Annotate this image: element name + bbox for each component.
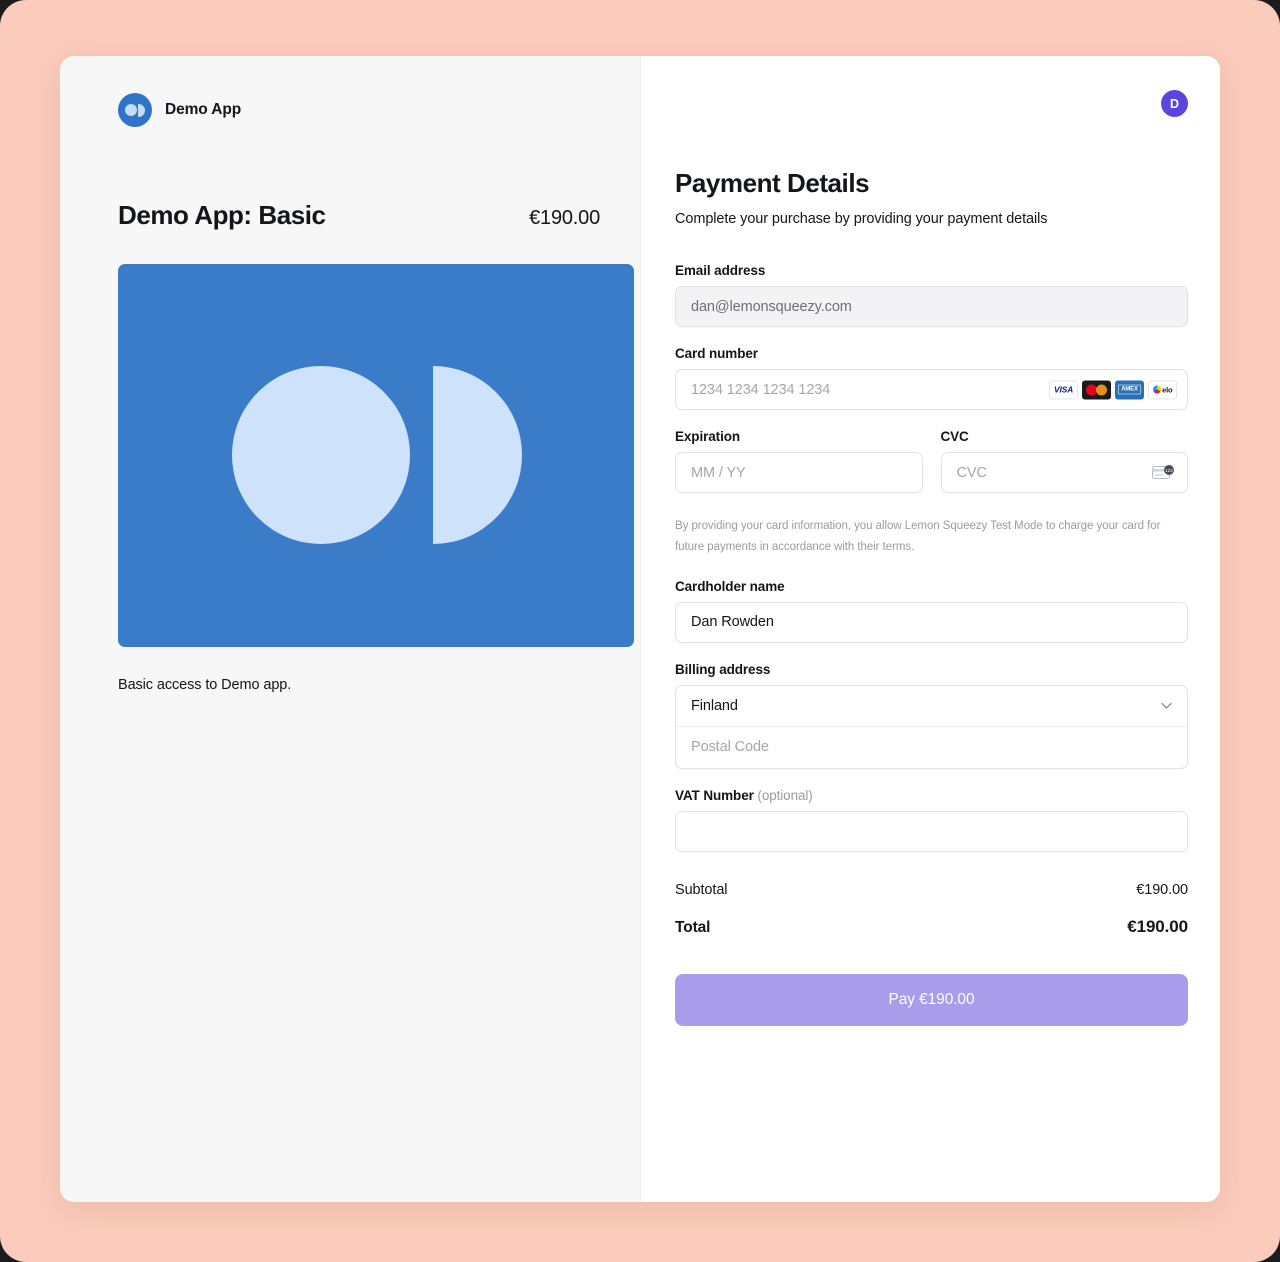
country-select[interactable]: Finland	[676, 686, 1187, 727]
total-value: €190.00	[1127, 916, 1188, 936]
elo-icon: elo	[1148, 380, 1177, 399]
order-summary-panel: Demo App Demo App: Basic €190.00 Basic a…	[60, 56, 641, 1202]
expiration-label: Expiration	[675, 429, 741, 444]
payment-form: Email address dan@lemonsqueezy.com Card …	[675, 263, 1188, 1026]
cardholder-name-label: Cardholder name	[675, 578, 785, 594]
card-disclaimer: By providing your card information, you …	[675, 520, 1161, 554]
page-title: Payment Details	[675, 168, 870, 198]
cvc-label: CVC	[940, 429, 969, 444]
postal-code-input[interactable]: Postal Code	[676, 727, 1187, 768]
artwork-half-circle-shape	[433, 366, 522, 544]
vat-number-input[interactable]	[675, 810, 1188, 852]
chevron-down-icon	[1161, 702, 1172, 709]
subtotal-row: Subtotal €190.00	[675, 882, 1188, 898]
elo-wordmark: elo	[1162, 385, 1173, 394]
checkout-card: Demo App Demo App: Basic €190.00 Basic a…	[60, 56, 1220, 1202]
expiration-field-group: Expiration MM / YY	[675, 429, 923, 493]
expiration-placeholder: MM / YY	[691, 464, 746, 481]
amex-inner-label: AMEX	[1118, 384, 1141, 395]
product-price: €190.00	[529, 207, 600, 229]
mastercard-right-circle	[1096, 384, 1107, 395]
cardholder-name-value: Dan Rowden	[691, 614, 774, 631]
product-title: Demo App: Basic	[118, 200, 326, 230]
billing-address-field-group: Billing address Finland Postal Code	[675, 662, 1188, 769]
postal-code-placeholder: Postal Code	[691, 739, 769, 756]
card-brand-icons: VISA AMEX elo	[1049, 380, 1177, 399]
vat-number-field-group: VAT Number (optional)	[675, 788, 1188, 852]
cvc-wrap: CVC 123	[940, 452, 1188, 493]
brand-name: Demo App	[165, 101, 242, 118]
avatar[interactable]: D	[1161, 90, 1188, 117]
amex-icon: AMEX	[1115, 380, 1144, 399]
logo-half-circle-shape	[138, 103, 145, 117]
pay-button[interactable]: Pay €190.00	[675, 973, 1188, 1026]
mastercard-icon	[1082, 380, 1111, 399]
subtotal-label: Subtotal	[675, 881, 728, 898]
cvc-field-group: CVC CVC 123	[940, 429, 1188, 493]
card-number-field-group: Card number 1234 1234 1234 1234 VISA AME…	[675, 346, 1188, 410]
cardholder-name-input[interactable]: Dan Rowden	[675, 601, 1188, 643]
email-label: Email address	[675, 263, 766, 278]
vat-number-label: VAT Number (optional)	[675, 788, 1188, 803]
email-input-value: dan@lemonsqueezy.com	[691, 298, 852, 315]
total-row: Total €190.00	[675, 917, 1188, 937]
demo-app-logo-icon	[118, 93, 152, 127]
totals-section: Subtotal €190.00 Total €190.00	[675, 882, 1188, 937]
card-number-placeholder: 1234 1234 1234 1234	[691, 381, 831, 398]
credit-card-cvc-icon: 123	[1152, 464, 1174, 479]
elo-dot-shape	[1152, 385, 1161, 394]
browser-viewport: Demo App Demo App: Basic €190.00 Basic a…	[0, 0, 1280, 1262]
payment-form-panel: D Payment Details Complete your purchase…	[641, 56, 1220, 1202]
visa-icon: VISA	[1049, 380, 1078, 399]
demo-app-product-artwork	[118, 264, 634, 647]
country-select-value: Finland	[691, 697, 738, 714]
cvc-input[interactable]: CVC	[940, 452, 1188, 493]
svg-text:123: 123	[1165, 468, 1173, 473]
expiration-input[interactable]: MM / YY	[675, 452, 923, 493]
logo-circle-shape	[125, 104, 137, 116]
artwork-circle-shape	[232, 366, 410, 544]
billing-address-group: Finland Postal Code	[675, 684, 1188, 769]
card-number-label: Card number	[675, 346, 758, 361]
product-description: Basic access to Demo app.	[118, 677, 292, 693]
expiry-cvc-row: Expiration MM / YY CVC CVC 123	[675, 429, 1188, 512]
subtotal-value: €190.00	[1136, 881, 1188, 898]
page-subtitle: Complete your purchase by providing your…	[675, 211, 1048, 227]
card-number-row: 1234 1234 1234 1234 VISA AMEX elo	[675, 369, 1188, 410]
email-input[interactable]: dan@lemonsqueezy.com	[675, 286, 1188, 327]
billing-address-label: Billing address	[675, 661, 771, 677]
cardholder-name-field-group: Cardholder name Dan Rowden	[675, 579, 1188, 643]
cvc-placeholder: CVC	[956, 464, 987, 481]
email-field-group: Email address dan@lemonsqueezy.com	[675, 263, 1188, 327]
product-header: Demo App: Basic €190.00	[118, 200, 600, 231]
account-row: D	[675, 90, 1188, 126]
vat-number-label-text: VAT Number	[675, 787, 754, 803]
brand-header: Demo App	[118, 92, 600, 128]
vat-number-optional-tag: (optional)	[757, 787, 813, 803]
total-label: Total	[675, 918, 711, 936]
